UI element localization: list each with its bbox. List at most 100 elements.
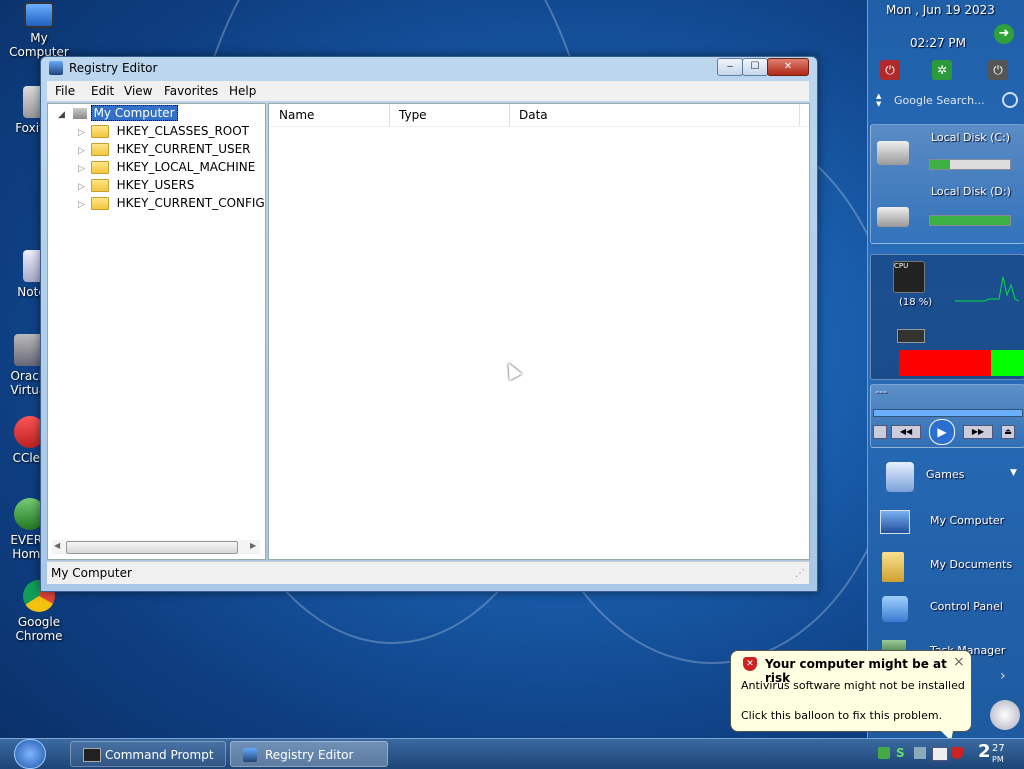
registry-editor-icon [49,61,63,75]
column-header-type[interactable]: Type [399,108,427,122]
shutdown-icon[interactable]: ⏻ [880,60,900,80]
monitor-icon [24,2,54,28]
maximize-button[interactable]: ☐ [742,58,768,76]
values-list[interactable]: Name Type Data [268,103,810,560]
collapse-icon[interactable]: ◢ [58,110,65,120]
menu-favorites[interactable]: Favorites [164,84,218,98]
menu-edit[interactable]: Edit [91,84,114,98]
search-arrows-icon[interactable]: ▲ ▼ [876,92,881,108]
column-divider[interactable] [799,104,800,126]
next-icon[interactable]: ▶▶ [963,425,993,439]
tree-item-hkey-local-machine[interactable]: ▷ HKEY_LOCAL_MACHINE [78,160,255,178]
menu-bar: File Edit View Favorites Help [47,81,809,101]
tree-root-label: My Computer [90,105,178,121]
tree-item-hkey-classes-root[interactable]: ▷ HKEY_CLASSES_ROOT [78,124,249,142]
column-divider[interactable] [389,104,390,126]
network-icon[interactable]: ✲ [932,60,952,80]
expand-icon[interactable]: ▷ [78,164,87,174]
start-button[interactable] [14,739,46,769]
magnifier-icon[interactable] [1002,92,1018,108]
games-icon [886,462,914,492]
disk-gadget: Local Disk (C:) Local Disk (D:) [870,124,1024,244]
media-title: --- [875,385,887,398]
menu-help[interactable]: Help [229,84,256,98]
cpu-graph [955,276,1019,302]
computer-icon [880,510,910,534]
tray-security-icon[interactable] [951,747,963,759]
column-header-name[interactable]: Name [279,108,314,122]
title-bar[interactable]: Registry Editor ‒ ☐ ✕ [41,57,817,79]
volume-icon[interactable] [990,700,1020,730]
security-balloon[interactable]: ✕ Your computer might be at risk × Antiv… [730,650,972,741]
tray-recycle-icon[interactable] [878,747,890,759]
launcher-item-control-panel[interactable]: Control Panel [878,594,1018,630]
taskbar-label: Registry Editor [265,748,354,762]
memory-usage-bar [899,350,1024,376]
column-header-data[interactable]: Data [519,108,548,122]
google-search-input[interactable]: Google Search... [894,94,985,107]
chevron-down-icon[interactable]: ▼ [1010,468,1017,478]
status-text: My Computer [51,566,132,580]
balloon-close-button[interactable]: × [953,654,965,670]
cpu-label: CPU [894,262,909,270]
tray-display-icon[interactable] [932,747,948,761]
tree-item-hkey-current-config[interactable]: ▷ HKEY_CURRENT_CONFIG [78,196,264,214]
desktop-icon-label: My Computer [9,31,69,59]
window-title: Registry Editor [69,61,158,75]
memory-chip-icon [897,329,925,343]
resize-grip-icon[interactable]: ⋰ [795,568,805,579]
launcher-item-my-documents[interactable]: My Documents [878,550,1018,586]
chevron-right-icon[interactable]: › [1000,668,1006,684]
close-button[interactable]: ✕ [767,58,809,76]
registry-tree[interactable]: ◢ My Computer ▷ HKEY_CLASSES_ROOT ▷ HKEY… [47,103,266,560]
tree-item-hkey-current-user[interactable]: ▷ HKEY_CURRENT_USER [78,142,251,160]
disk-d-usage-bar [929,215,1011,226]
expand-icon[interactable]: ▷ [78,146,87,156]
taskbar-clock[interactable]: 2 27 PM [978,741,1005,764]
taskbar: Command Prompt Registry Editor S 2 27 PM [0,738,1024,769]
expand-icon[interactable]: ▷ [78,182,87,192]
mouse-cursor-icon [502,359,522,381]
column-divider[interactable] [509,104,510,126]
computer-icon [72,108,87,119]
scroll-right-icon[interactable]: ▶ [250,541,256,550]
taskbar-item-registry-editor[interactable]: Registry Editor [230,741,388,767]
desktop-icon-label: Google Chrome [15,615,63,643]
expand-icon[interactable]: ▷ [78,128,87,138]
tree-item-label: HKEY_LOCAL_MACHINE [116,160,256,174]
memory-free-fill [991,350,1024,376]
launcher-label: My Documents [930,558,1013,571]
sidebar: Mon , Jun 19 2023 02:27 PM ➜ ⏻ ✲ ⏻ ▲ ▼ Go… [867,0,1024,738]
forward-arrow-icon[interactable]: ➜ [994,24,1014,44]
registry-editor-window[interactable]: Registry Editor ‒ ☐ ✕ File Edit View Fav… [40,56,818,592]
menu-view[interactable]: View [124,84,152,98]
minimize-button[interactable]: ‒ [717,58,743,76]
tree-root-my-computer[interactable]: ◢ My Computer [58,105,178,124]
eject-icon[interactable]: ⏏ [1001,425,1015,439]
launcher-item-my-computer[interactable]: My Computer [878,506,1018,542]
tray-network-icon[interactable] [914,747,926,759]
menu-file[interactable]: File [55,84,75,98]
desktop-icon-my-computer[interactable]: My Computer [0,2,78,59]
power-icon[interactable]: ⏻ [988,60,1008,80]
disk-d-label: Local Disk (D:) [931,185,1011,198]
launcher-item-games[interactable]: Games ▼ [878,462,1018,498]
tree-item-label: HKEY_CLASSES_ROOT [116,124,250,138]
taskbar-item-command-prompt[interactable]: Command Prompt [70,741,226,767]
scroll-left-icon[interactable]: ◀ [54,541,60,550]
tree-item-hkey-users[interactable]: ▷ HKEY_USERS [78,178,194,196]
stop-icon[interactable] [873,425,887,439]
shield-icon: ✕ [743,657,757,671]
disk-c-usage-fill [930,160,950,169]
previous-icon[interactable]: ◀◀ [891,425,921,439]
media-progress-bar[interactable] [873,409,1023,417]
scrollbar-thumb[interactable] [66,541,238,554]
taskbar-label: Command Prompt [105,748,214,762]
horizontal-scrollbar[interactable]: ◀ ▶ [52,540,260,554]
play-icon[interactable]: ▶ [929,419,955,445]
clock-hour: 2 [978,741,991,762]
sidebar-time: 02:27 PM [910,36,966,50]
expand-icon[interactable]: ▷ [78,200,87,210]
tray-s-icon[interactable]: S [896,747,908,759]
tree-item-label: HKEY_CURRENT_USER [116,142,251,156]
